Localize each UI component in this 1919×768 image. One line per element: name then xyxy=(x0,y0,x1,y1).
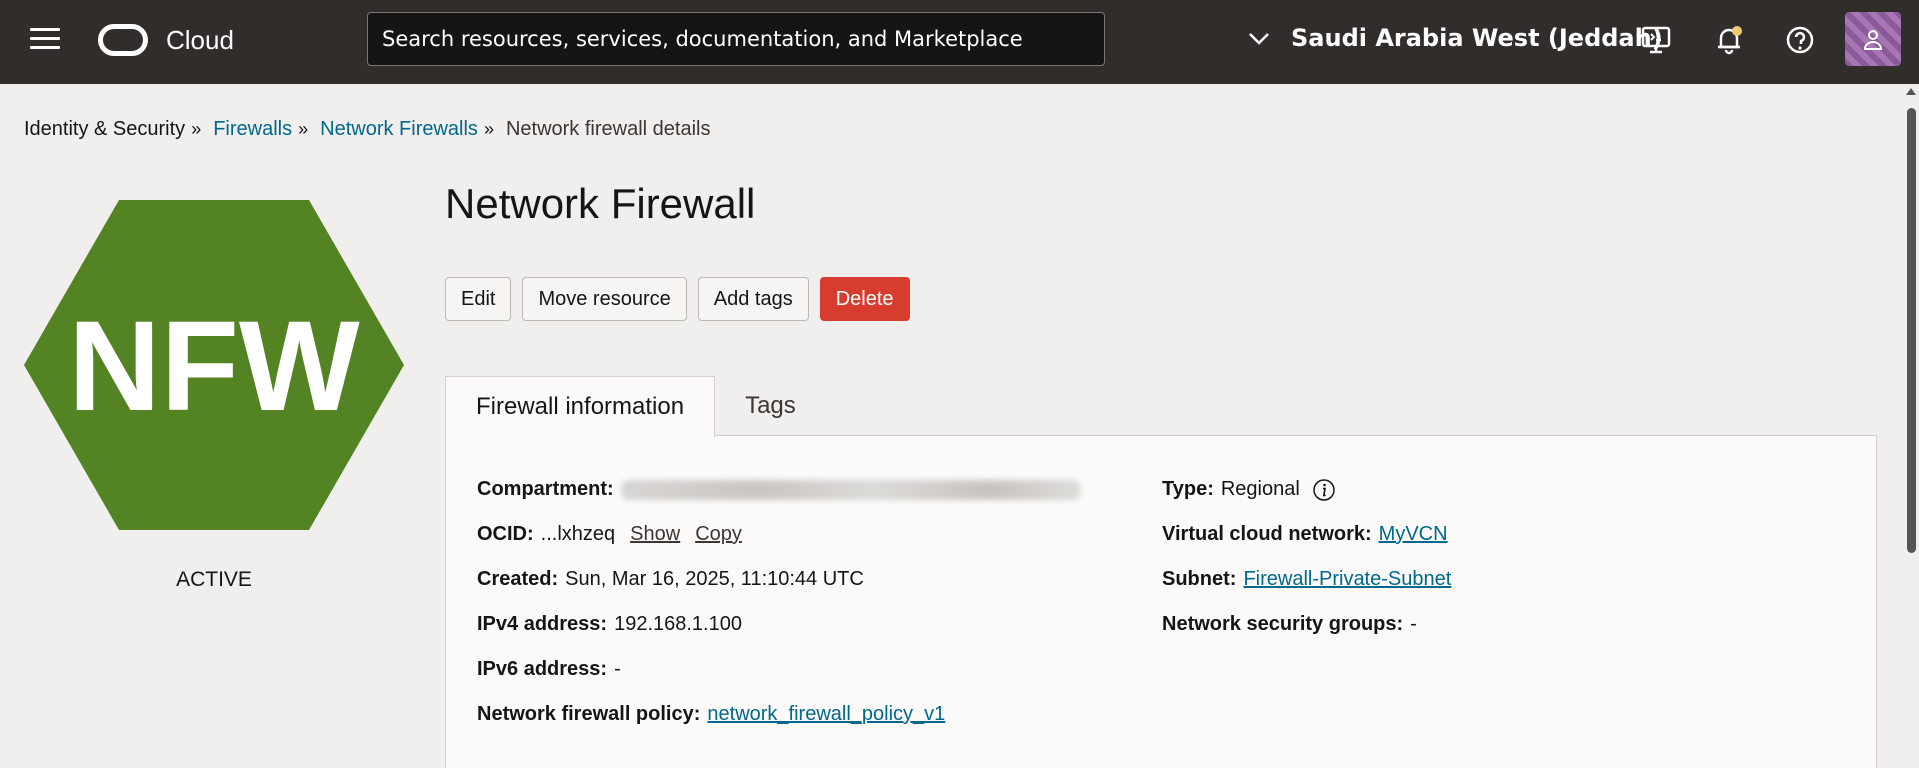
firewall-information-panel: Compartment: OCID: ...lxhzeq Show Copy C… xyxy=(445,435,1877,768)
breadcrumb-separator: » xyxy=(298,119,309,139)
network-firewall-icon: NFW xyxy=(24,200,404,530)
help-icon[interactable] xyxy=(1782,22,1818,58)
region-label: Saudi Arabia West (Jeddah) xyxy=(1291,24,1663,52)
type-label: Type: xyxy=(1162,478,1214,500)
subnet-link[interactable]: Firewall-Private-Subnet xyxy=(1243,568,1451,591)
ipv6-row: IPv6 address: - xyxy=(477,658,1081,703)
vcn-row: Virtual cloud network: MyVCN xyxy=(1162,523,1451,568)
region-selector[interactable]: Saudi Arabia West (Jeddah) xyxy=(1245,24,1663,52)
ocid-row: OCID: ...lxhzeq Show Copy xyxy=(477,523,1081,568)
oracle-logo-icon[interactable] xyxy=(98,24,148,56)
nsg-label: Network security groups: xyxy=(1162,613,1404,635)
subnet-row: Subnet: Firewall-Private-Subnet xyxy=(1162,568,1451,613)
move-resource-button[interactable]: Move resource xyxy=(522,277,687,321)
details-left-column: Compartment: OCID: ...lxhzeq Show Copy C… xyxy=(477,478,1081,748)
tab-firewall-information[interactable]: Firewall information xyxy=(445,376,716,437)
policy-link[interactable]: network_firewall_policy_v1 xyxy=(707,703,945,726)
breadcrumb-current: Network firewall details xyxy=(505,118,711,140)
type-row: Type: Regional xyxy=(1162,478,1451,523)
policy-row: Network firewall policy: network_firewal… xyxy=(477,703,1081,748)
status-label: ACTIVE xyxy=(176,568,252,591)
action-bar: Edit Move resource Add tags Delete xyxy=(445,277,910,321)
breadcrumb-identity-security: Identity & Security xyxy=(24,118,186,140)
ocid-value: ...lxhzeq xyxy=(540,523,616,545)
user-avatar[interactable] xyxy=(1845,12,1901,66)
ocid-label: OCID: xyxy=(477,523,534,545)
info-icon[interactable] xyxy=(1312,478,1336,502)
scrollbar-thumb[interactable] xyxy=(1907,108,1916,553)
created-label: Created: xyxy=(477,568,559,590)
created-row: Created: Sun, Mar 16, 2025, 11:10:44 UTC xyxy=(477,568,1081,613)
breadcrumb: Identity & Security » Firewalls » Networ… xyxy=(24,118,710,141)
nsg-row: Network security groups: - xyxy=(1162,613,1451,658)
menu-icon[interactable] xyxy=(30,28,60,52)
policy-label: Network firewall policy: xyxy=(477,703,701,725)
delete-button[interactable]: Delete xyxy=(819,277,910,321)
ipv4-row: IPv4 address: 192.168.1.100 xyxy=(477,613,1081,658)
type-value: Regional xyxy=(1220,478,1300,500)
breadcrumb-network-firewalls[interactable]: Network Firewalls xyxy=(320,118,478,141)
ocid-show-link[interactable]: Show xyxy=(630,523,680,546)
breadcrumb-separator: » xyxy=(191,119,202,139)
compartment-value-redacted xyxy=(620,480,1081,500)
vcn-link[interactable]: MyVCN xyxy=(1379,523,1448,546)
ipv6-label: IPv6 address: xyxy=(477,658,608,680)
edit-button[interactable]: Edit xyxy=(445,277,512,321)
tab-bar: Firewall information Tags xyxy=(445,376,826,437)
page-title: Network Firewall xyxy=(445,180,756,227)
vcn-label: Virtual cloud network: xyxy=(1162,523,1372,545)
chevron-down-icon xyxy=(1249,33,1269,45)
resource-icon-text: NFW xyxy=(68,295,360,438)
ocid-copy-link[interactable]: Copy xyxy=(695,523,742,546)
ipv6-value: - xyxy=(614,658,621,680)
subnet-label: Subnet: xyxy=(1162,568,1237,590)
top-navigation-bar: Cloud Search resources, services, docume… xyxy=(0,0,1919,84)
ipv4-value: 192.168.1.100 xyxy=(614,613,742,635)
compartment-row: Compartment: xyxy=(477,478,1081,523)
ipv4-label: IPv4 address: xyxy=(477,613,608,635)
scroll-up-icon[interactable] xyxy=(1906,88,1916,95)
breadcrumb-firewalls[interactable]: Firewalls xyxy=(213,118,292,141)
cloud-shell-icon[interactable] xyxy=(1638,22,1674,58)
add-tags-button[interactable]: Add tags xyxy=(697,277,809,321)
breadcrumb-separator: » xyxy=(483,119,494,139)
search-placeholder: Search resources, services, documentatio… xyxy=(382,27,1023,51)
details-right-column: Type: Regional Virtual cloud network: My… xyxy=(1162,478,1451,658)
bell-icon[interactable] xyxy=(1711,22,1747,58)
compartment-label: Compartment: xyxy=(477,478,614,500)
nsg-value: - xyxy=(1410,613,1417,635)
brand-name[interactable]: Cloud xyxy=(166,25,234,56)
tab-tags[interactable]: Tags xyxy=(715,376,826,436)
created-value: Sun, Mar 16, 2025, 11:10:44 UTC xyxy=(565,568,864,590)
search-input[interactable]: Search resources, services, documentatio… xyxy=(367,12,1105,66)
user-icon xyxy=(1863,30,1883,50)
